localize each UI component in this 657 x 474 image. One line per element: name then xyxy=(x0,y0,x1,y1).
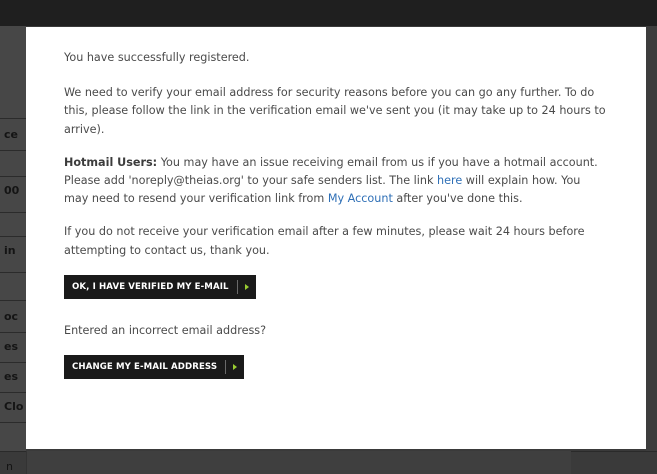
arrow-right-icon xyxy=(226,355,244,379)
background-divider xyxy=(0,272,26,273)
background-divider xyxy=(0,300,26,301)
hotmail-notice-label: Hotmail Users: xyxy=(64,155,158,169)
background-divider xyxy=(0,392,26,393)
background-divider xyxy=(0,236,26,237)
my-account-link[interactable]: My Account xyxy=(328,192,393,205)
background-footer-panel xyxy=(26,451,571,474)
registered-message: You have successfully registered. xyxy=(64,51,250,64)
background-header xyxy=(0,0,657,26)
background-divider xyxy=(0,212,26,213)
background-divider xyxy=(0,422,26,423)
background-text-fragment: 00 xyxy=(4,184,20,197)
verified-email-button[interactable]: OK, I HAVE VERIFIED MY E-MAIL xyxy=(64,274,256,299)
incorrect-email-prompt: Entered an incorrect email address? xyxy=(64,323,267,337)
no-email-notice: If you do not receive your verification … xyxy=(64,225,585,257)
background-divider xyxy=(0,362,26,363)
hotmail-notice-text: after you've done this. xyxy=(392,192,523,206)
background-left-column xyxy=(0,26,26,451)
change-email-button-label: CHANGE MY E-MAIL ADDRESS xyxy=(72,361,218,372)
here-link[interactable]: here xyxy=(437,174,462,187)
background-text-fragment: es xyxy=(4,370,19,383)
background-text-fragment: es xyxy=(4,340,19,353)
registration-success-modal: You have successfully registered. We nee… xyxy=(26,27,646,449)
background-divider xyxy=(0,150,26,151)
background-text-fragment: in xyxy=(4,244,16,257)
verify-email-message: We need to verify your email address for… xyxy=(64,86,606,136)
background-text-fragment: n xyxy=(6,460,13,473)
background-text-fragment: ce xyxy=(4,128,18,141)
background-text-fragment: oc xyxy=(4,310,19,323)
arrow-right-icon xyxy=(238,275,256,299)
hotmail-notice: Hotmail Users: You may have an issue rec… xyxy=(64,154,608,209)
background-right-column xyxy=(646,26,657,451)
verified-email-button-label: OK, I HAVE VERIFIED MY E-MAIL xyxy=(72,281,229,292)
background-divider xyxy=(0,118,26,119)
background-text-fragment: Clo xyxy=(4,400,24,413)
background-divider xyxy=(0,332,26,333)
change-email-button[interactable]: CHANGE MY E-MAIL ADDRESS xyxy=(64,355,245,380)
background-divider xyxy=(0,176,26,177)
